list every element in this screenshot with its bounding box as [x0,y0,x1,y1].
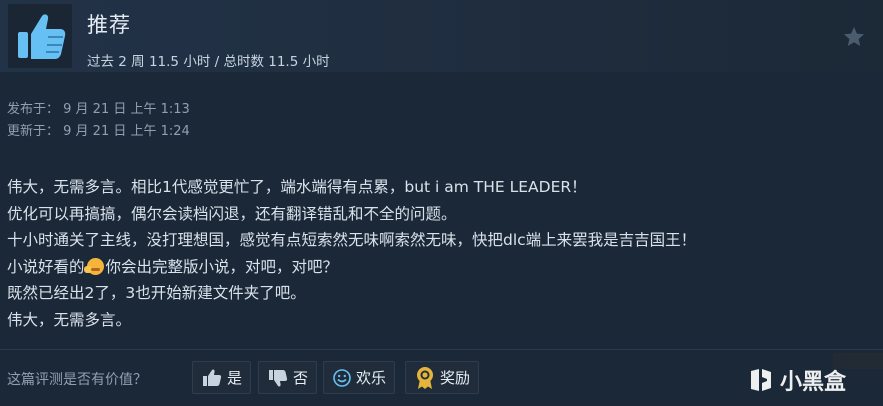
award-ribbon-icon [417,366,433,389]
smiley-icon [333,368,351,387]
recommend-badge [8,4,72,68]
vote-no-button[interactable]: 否 [258,361,318,394]
hugging-face-emoji-icon [83,257,104,275]
vote-funny-button[interactable]: 欢乐 [323,361,396,394]
review-line: 伟大，无需多言。 [7,310,132,329]
vote-yes-label: 是 [227,369,243,387]
review-verdict: 推荐 [87,13,131,37]
vote-no-label: 否 [293,369,309,387]
updated-date: 更新于： 9 月 21 日 上午 1:24 [7,124,190,139]
award-button[interactable]: 奖励 [405,361,480,394]
review-line: 十小时通关了主线，没打理想国，感觉有点短索然无味啊索然无味，快把dlc端上来罢我… [7,231,697,249]
playtime-hours: 过去 2 周 11.5 小时 / 总时数 11.5 小时 [87,54,330,70]
review-dates: 发布于： 9 月 21 日 上午 1:13 更新于： 9 月 21 日 上午 1… [7,99,190,143]
thumbs-up-icon [203,369,222,386]
review-line-part: 你会出完整版小说，对吧，对吧？ [105,257,339,276]
vote-funny-label: 欢乐 [356,369,387,387]
review-header: 推荐 过去 2 周 11.5 小时 / 总时数 11.5 小时 [0,0,883,72]
posted-date: 发布于： 9 月 21 日 上午 1:13 [7,102,190,117]
review-line: 伟大，无需多言。相比1代感觉更忙了，端水端得有点累，but i am THE L… [7,178,587,196]
watermark: 小黑盒 [748,364,846,396]
award-label: 奖励 [440,369,471,387]
thumbs-down-icon [269,369,288,386]
star-icon[interactable] [842,25,866,49]
review-line-with-emoji: 小说好看的 你会出完整版小说，对吧，对吧？ [7,254,877,281]
helpful-question: 这篇评测是否有价值？ [7,372,147,388]
vote-yes-button[interactable]: 是 [192,361,252,394]
thumbs-up-icon [18,14,66,59]
review-body: 伟大，无需多言。相比1代感觉更忙了，端水端得有点累，but i am THE L… [7,174,877,333]
review-line-part: 小说好看的 [7,257,85,276]
xiaoheihe-logo-icon [751,369,771,391]
review-line: 既然已经出2了，3也开始新建文件夹了吧。 [7,284,306,302]
watermark-text: 小黑盒 [780,370,847,395]
review-line: 优化可以再搞搞，偶尔会读档闪退，还有翻译错乱和不全的问题。 [7,204,457,223]
